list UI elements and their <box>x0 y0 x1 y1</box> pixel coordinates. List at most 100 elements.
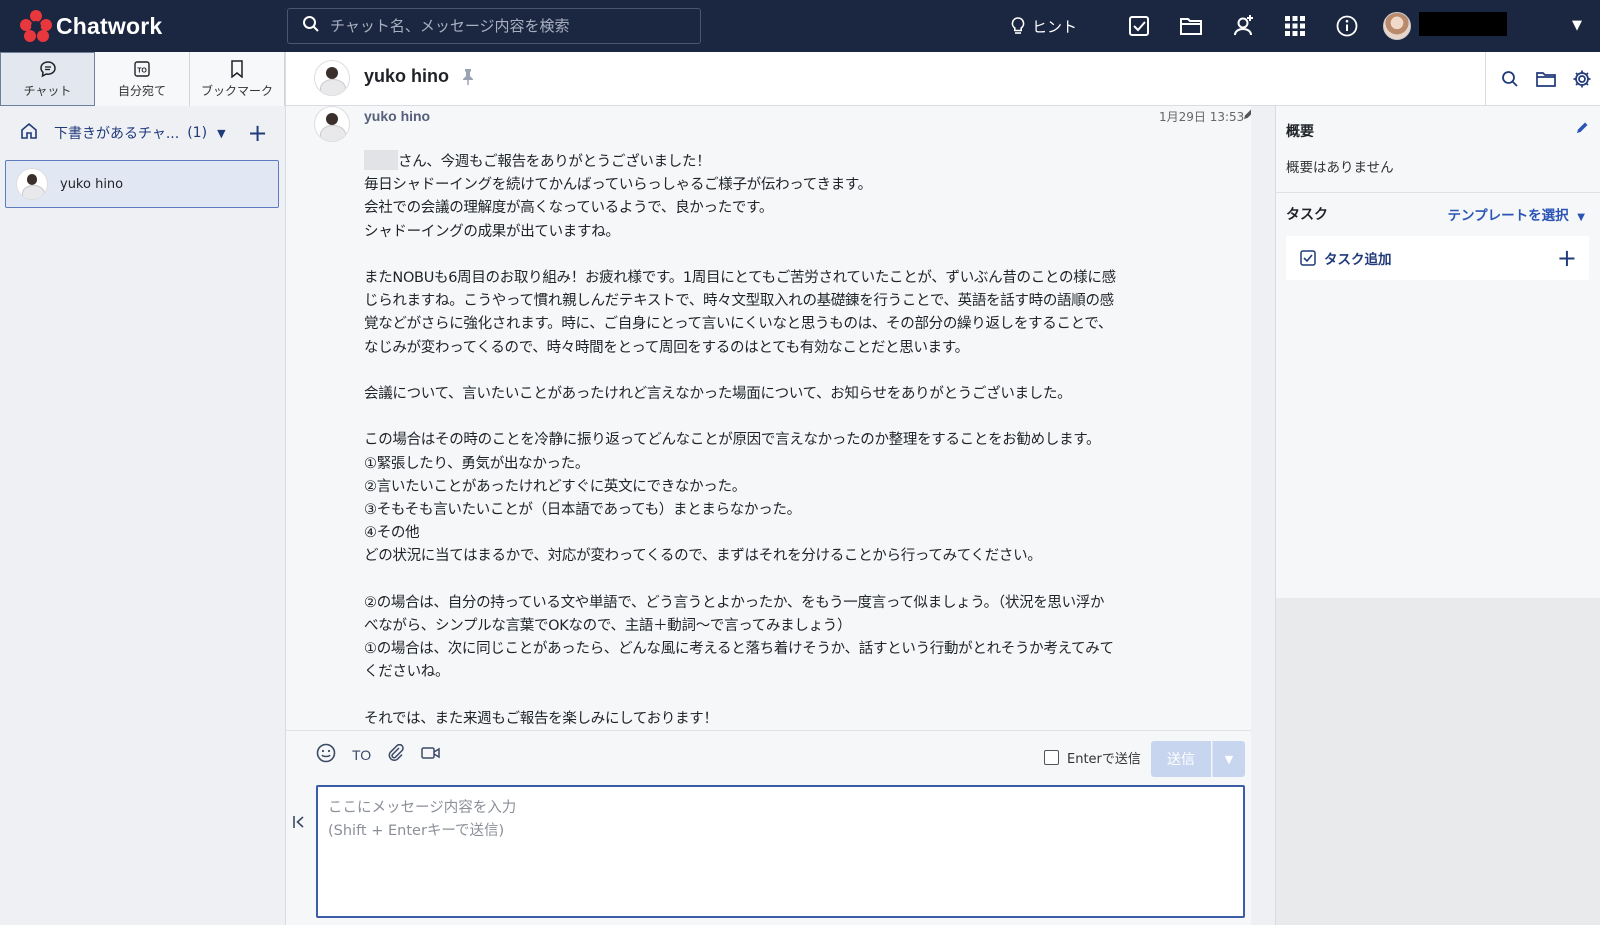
message-blank-line <box>364 244 1184 267</box>
paperclip-icon[interactable] <box>387 743 405 766</box>
message-line: ①緊張したり、勇気が出なかった。 <box>364 455 590 472</box>
room-avatar <box>16 168 48 200</box>
enter-send-toggle[interactable]: Enterで送信 <box>1044 748 1141 767</box>
send-button[interactable]: 送信 <box>1151 741 1211 777</box>
message-line: なじみが変わってくるので、時々時間をとって周回をするのはとても有効なことだと思い… <box>364 339 969 356</box>
top-bar: Chatwork ヒント <box>0 0 1600 52</box>
task-check-button[interactable] <box>1113 0 1165 52</box>
pin-icon[interactable] <box>461 68 475 90</box>
message-line: じられますね。こうやって慣れ親しんだテキストで、時々文型取入れの基礎錬を行うこと… <box>364 293 1114 310</box>
room-filter: 下書きがあるチャ... (1) ▼ + <box>0 106 285 160</box>
tab-chat-label: チャット <box>23 83 72 98</box>
template-select-label: テンプレートを選択 <box>1447 208 1569 224</box>
apps-button[interactable] <box>1269 0 1321 52</box>
room-list-item[interactable]: yuko hino <box>5 160 279 208</box>
user-avatar[interactable] <box>1383 12 1411 40</box>
chat-header: yuko hino <box>286 52 1600 106</box>
chat-title: yuko hino <box>364 66 449 86</box>
message-blank-line <box>364 360 1184 383</box>
message-timestamp: 1月29日 13:53 <box>1159 110 1245 124</box>
pencil-icon[interactable] <box>1242 106 1251 125</box>
sidebar: チャット TO 自分宛て ブックマーク 下書きがあるチャ... (1) ▼ + … <box>0 52 286 925</box>
to-button[interactable]: TO <box>352 747 371 763</box>
redacted-name <box>364 150 398 170</box>
hint-label: ヒント <box>1032 17 1078 36</box>
checkbox-icon <box>1300 250 1316 266</box>
message-body: さん、今週もご報告をありがとうございました！ 毎日シャドーイングを続けてかんばって… <box>364 150 1184 730</box>
folder-icon <box>1180 18 1203 35</box>
search-input[interactable] <box>330 17 680 35</box>
emoji-icon[interactable] <box>316 743 336 767</box>
message-line: 毎日シャドーイングを続けてかんばっていらっしゃるご様子が伝わってきます。 <box>364 177 872 194</box>
chevron-down-icon: ▼ <box>1577 212 1585 223</box>
right-panel-empty-area <box>1276 598 1600 925</box>
message-line: 会社での会議の理解度が高くなっているようで、良かったです。 <box>364 200 774 217</box>
chat-avatar[interactable] <box>314 60 350 96</box>
sidebar-tabs: チャット TO 自分宛て ブックマーク <box>0 52 285 106</box>
message-sender[interactable]: yuko hino <box>364 108 430 124</box>
user-name-redacted[interactable] <box>1419 12 1507 36</box>
file-button[interactable] <box>1165 0 1217 52</box>
tab-to-me[interactable]: TO 自分宛て <box>95 52 190 106</box>
video-call-icon[interactable] <box>421 745 441 765</box>
message-line: 覚などがさらに強化されます。時に、ご自身にとって言いにくいなと思うものは、その部… <box>364 316 1113 333</box>
message-blank-line <box>364 569 1184 592</box>
task-title: タスク <box>1286 207 1328 223</box>
add-chat-button[interactable]: + <box>248 121 268 145</box>
tab-chat[interactable]: チャット <box>0 52 95 106</box>
checkbox-icon <box>1129 16 1150 36</box>
search-icon <box>302 15 320 37</box>
gear-icon[interactable] <box>1564 69 1600 89</box>
add-task-label: タスク追加 <box>1324 252 1392 268</box>
enter-send-label: Enterで送信 <box>1067 752 1141 767</box>
message-line: さん、今週もご報告をありがとうございました！ <box>364 150 1184 174</box>
tab-bookmark-label: ブックマーク <box>200 83 273 98</box>
hint-button[interactable]: ヒント <box>1010 0 1077 52</box>
filter-dropdown-label[interactable]: 下書きがあるチャ... <box>54 123 179 143</box>
grid-icon <box>1285 16 1306 36</box>
divider <box>1276 192 1600 193</box>
chat-header-tools <box>1485 52 1600 106</box>
message-line: ③そもそも言いたいことが（日本語であっても）まとまらなかった。 <box>364 502 801 518</box>
message-composer: TO Enterで送信 送信 ▼ <box>286 730 1251 925</box>
message-blank-line <box>364 685 1184 708</box>
message-line: くださいね。 <box>364 664 450 681</box>
search-box[interactable] <box>287 8 701 44</box>
summary-text: 概要はありません <box>1286 160 1394 176</box>
message-line: ④その他 <box>364 525 420 542</box>
plus-icon[interactable]: + <box>1557 244 1577 272</box>
room-name: yuko hino <box>60 176 124 192</box>
message-avatar[interactable] <box>314 106 350 142</box>
send-options-chevron-icon[interactable]: ▼ <box>1212 741 1245 777</box>
search-icon[interactable] <box>1492 70 1528 88</box>
collapse-sidebar-icon[interactable] <box>292 814 306 833</box>
home-icon[interactable] <box>20 122 38 144</box>
top-icon-group: ヒント <box>1010 0 1373 52</box>
composer-toolbar: TO <box>316 743 441 767</box>
message-timeline[interactable]: yuko hino 1月29日 13:53 さん、今週もご報告をありがとうござい… <box>286 106 1251 730</box>
info-button[interactable] <box>1321 0 1373 52</box>
message-line: またNOBUも6周目のお取り組み！お疲れ様です。1周目にとてもご苦労されていたこ… <box>364 270 1116 286</box>
chevron-down-icon[interactable]: ▼ <box>217 127 225 140</box>
message-line: ②の場合は、自分の持っている文や単語で、どう言うとよかったか、をもう一度言って似… <box>364 594 1105 611</box>
lightbulb-icon <box>1011 17 1025 34</box>
message-line: この場合はその時のことを冷静に振り返ってどんなことが原因で言えなかったのか整理を… <box>364 432 1101 449</box>
contact-button[interactable] <box>1217 0 1269 52</box>
info-icon <box>1336 15 1358 37</box>
chatwork-logo[interactable]: Chatwork <box>20 10 162 42</box>
message-line: どの状況に当てはまるかで、対応が変わってくるので、まずはそれを分けることから行っ… <box>364 548 1042 565</box>
chevron-down-icon[interactable]: ▼ <box>1572 18 1582 33</box>
template-select-button[interactable]: テンプレートを選択 ▼ <box>1447 204 1585 224</box>
tab-bookmark[interactable]: ブックマーク <box>190 52 285 106</box>
chat-bubble-icon <box>39 60 56 77</box>
pencil-icon[interactable] <box>1575 120 1589 139</box>
brand-name: Chatwork <box>56 12 163 39</box>
message-input[interactable] <box>316 785 1245 918</box>
folder-icon[interactable] <box>1528 70 1564 88</box>
right-panel-content: 概要 概要はありません タスク テンプレートを選択 ▼ タスク追加 + <box>1276 106 1600 598</box>
message-line: それでは、また来週もご報告を楽しみにしております！ <box>364 710 718 727</box>
summary-title: 概要 <box>1286 124 1314 140</box>
enter-send-checkbox[interactable] <box>1044 750 1059 765</box>
add-task-button[interactable]: タスク追加 + <box>1286 236 1589 280</box>
message-line: ②言いたいことがあったけれどすぐに英文にできなかった。 <box>364 478 746 495</box>
